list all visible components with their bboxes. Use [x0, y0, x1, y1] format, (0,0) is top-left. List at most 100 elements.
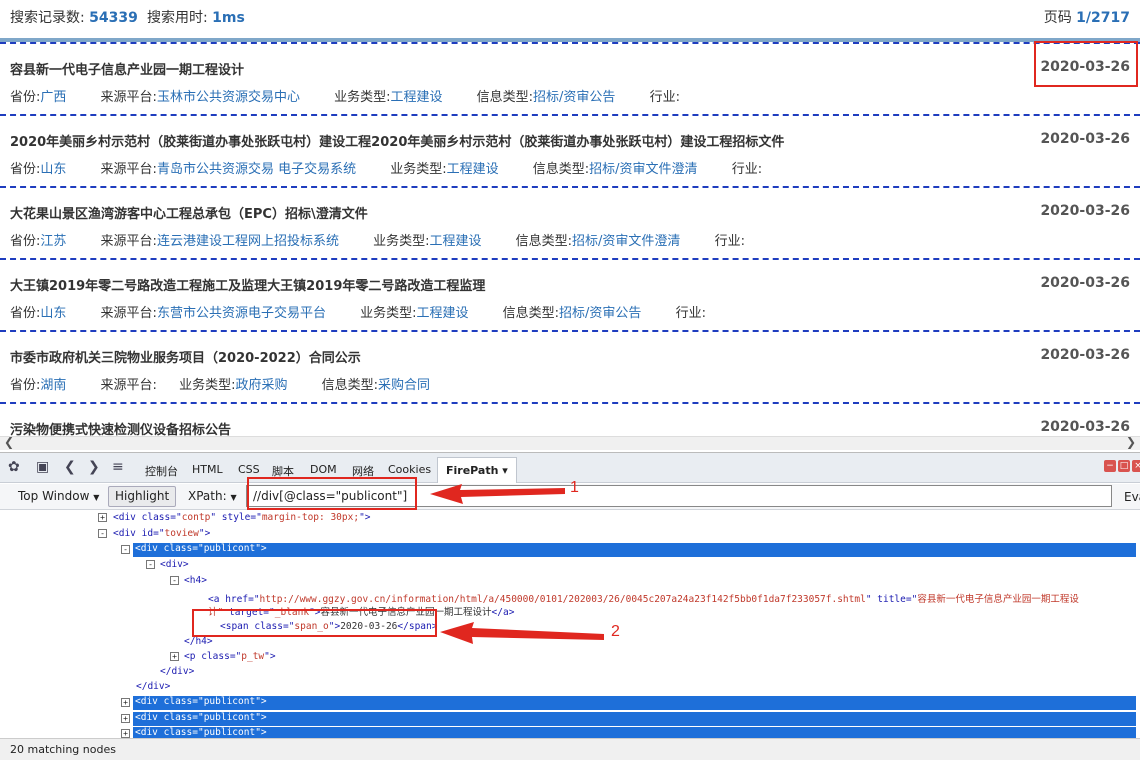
collapse-toggle[interactable]: - — [121, 545, 130, 554]
eval-button[interactable]: Eva — [1124, 490, 1140, 504]
province-label: 省份: — [10, 162, 41, 177]
biz-type-link[interactable]: 工程建设 — [390, 90, 442, 105]
source-link[interactable]: 连云港建设工程网上招投标系统 — [157, 234, 339, 249]
result-title[interactable]: 大王镇2019年零二号路改造工程施工及监理大王镇2019年零二号路改造工程监理 — [10, 275, 485, 294]
tree-node-div[interactable]: <div> — [160, 559, 189, 570]
tree-node-a[interactable]: <a href="http://www.ggzy.gov.cn/informat… — [208, 591, 1079, 605]
status-bar: 20 matching nodes — [0, 738, 1140, 760]
scroll-left-icon[interactable]: ❮ — [4, 435, 14, 449]
info-type-link[interactable]: 招标/资审文件澄清 — [572, 234, 680, 249]
window-dropdown[interactable]: Top Window ▼ — [18, 489, 99, 503]
search-header: 搜索记录数: 54339 搜索用时: 1ms 页码 1/2717 — [0, 0, 1140, 40]
result-title[interactable]: 污染物便携式快速检测仪设备招标公告 — [10, 419, 231, 436]
dashed-divider — [0, 402, 1140, 404]
page-label: 页码 — [1043, 10, 1072, 26]
province-label: 省份: — [10, 306, 41, 321]
expand-toggle[interactable]: + — [121, 729, 130, 738]
province-label: 省份: — [10, 90, 41, 105]
expand-toggle[interactable]: + — [98, 513, 107, 522]
tree-node-h4[interactable]: <h4> — [184, 575, 207, 586]
biz-type-link[interactable]: 工程建设 — [416, 306, 468, 321]
biz-type-link[interactable]: 工程建设 — [447, 162, 499, 177]
result-date: 2020-03-26 — [1040, 275, 1130, 291]
records-value: 54339 — [89, 10, 138, 26]
collapse-toggle[interactable]: - — [98, 529, 107, 538]
close-icon[interactable]: × — [1132, 460, 1140, 472]
source-link[interactable]: 东营市公共资源电子交易平台 — [157, 306, 326, 321]
tree-node-p[interactable]: <p class="p_tw"> — [184, 651, 276, 662]
result-title[interactable]: 市委市政府机关三院物业服务项目（2020-2022）合同公示 — [10, 347, 361, 366]
result-title[interactable]: 大花果山景区渔湾游客中心工程总承包（EPC）招标\澄清文件 — [10, 203, 368, 222]
result-title[interactable]: 容县新一代电子信息产业园一期工程设计 — [10, 59, 244, 78]
expand-toggle[interactable]: + — [121, 714, 130, 723]
expand-toggle[interactable]: + — [121, 698, 130, 707]
result-item: 污染物便携式快速检测仪设备招标公告 2020-03-26 — [0, 402, 1140, 436]
result-meta: 省份:山东 来源平台:东营市公共资源电子交易平台 业务类型:工程建设 信息类型:… — [10, 302, 706, 321]
source-link[interactable]: 玉林市公共资源交易中心 — [157, 90, 300, 105]
command-list-icon[interactable]: ≡ — [112, 459, 124, 475]
industry-label: 行业: — [649, 90, 680, 105]
firebug-icon[interactable]: ✿ — [8, 459, 20, 475]
source-label: 来源平台: — [100, 378, 157, 393]
tree-node-h4-close: </h4> — [184, 636, 213, 647]
forward-icon[interactable]: ❯ — [88, 459, 100, 475]
tree-node-publicont-selected[interactable]: <div class="publicont"> — [133, 696, 1136, 710]
province-link[interactable]: 广西 — [40, 90, 66, 105]
info-type-link[interactable]: 招标/资审公告 — [533, 90, 615, 105]
result-date: 2020-03-26 — [1040, 131, 1130, 147]
result-item: 大王镇2019年零二号路改造工程施工及监理大王镇2019年零二号路改造工程监理 … — [0, 258, 1140, 330]
province-link[interactable]: 山东 — [40, 306, 66, 321]
result-item: 2020年美丽乡村示范村（胶莱街道办事处张跃屯村）建设工程2020年美丽乡村示范… — [0, 114, 1140, 186]
time-value: 1ms — [212, 10, 245, 26]
scroll-right-icon[interactable]: ❯ — [1126, 435, 1136, 449]
dropdown-arrow-icon: ▼ — [230, 493, 237, 502]
tree-node-publicont-selected[interactable]: <div class="publicont"> — [133, 543, 1136, 557]
source-label: 来源平台: — [100, 306, 157, 321]
detach-icon[interactable]: □ — [1118, 460, 1130, 472]
annotation-number-1: 1 — [570, 479, 579, 496]
minimize-icon[interactable]: − — [1104, 460, 1116, 472]
biz-type-link[interactable]: 政府采购 — [235, 378, 287, 393]
result-title[interactable]: 2020年美丽乡村示范村（胶莱街道办事处张跃屯村）建设工程2020年美丽乡村示范… — [10, 131, 784, 150]
tab-css[interactable]: CSS — [238, 463, 260, 476]
back-icon[interactable]: ❮ — [64, 459, 76, 475]
records-label: 搜索记录数: — [10, 10, 85, 26]
tree-node-publicont-selected[interactable]: <div class="publicont"> — [133, 712, 1136, 726]
dashed-divider — [0, 258, 1140, 260]
biz-type-link[interactable]: 工程建设 — [429, 234, 481, 249]
annotation-box-date — [1034, 41, 1138, 87]
info-type-link[interactable]: 招标/资审公告 — [559, 306, 641, 321]
result-meta: 省份:广西 来源平台:玉林市公共资源交易中心 业务类型:工程建设 信息类型:招标… — [10, 86, 680, 105]
industry-label: 行业: — [714, 234, 745, 249]
source-link[interactable]: 青岛市公共资源交易 电子交易系统 — [157, 162, 356, 177]
info-type-link[interactable]: 招标/资审文件澄清 — [589, 162, 697, 177]
province-link[interactable]: 山东 — [40, 162, 66, 177]
annotation-number-2: 2 — [611, 623, 620, 640]
province-link[interactable]: 湖南 — [40, 378, 66, 393]
tab-cookies[interactable]: Cookies — [388, 463, 431, 476]
tree-node-div-close: </div> — [160, 666, 195, 677]
biz-type-label: 业务类型: — [334, 90, 391, 105]
tree-node-toview[interactable]: <div id="toview"> — [113, 528, 210, 539]
highlight-button[interactable]: Highlight — [108, 486, 177, 507]
tree-node-contp[interactable]: <div class="contp" style="margin-top: 30… — [113, 512, 371, 523]
dashed-divider — [0, 42, 1140, 44]
collapse-toggle[interactable]: - — [170, 576, 179, 585]
inspect-icon[interactable]: ▣ — [36, 459, 49, 475]
tab-firepath[interactable]: FirePath ▾ — [437, 457, 517, 483]
biz-type-label: 业务类型: — [390, 162, 447, 177]
dom-tree: + <div class="contp" style="margin-top: … — [0, 511, 1140, 741]
annotation-box-xpath — [247, 477, 417, 510]
xpath-dropdown[interactable]: XPath: ▼ — [188, 489, 237, 503]
expand-toggle[interactable]: + — [170, 652, 179, 661]
tab-dom[interactable]: DOM — [310, 463, 337, 476]
horizontal-scrollbar[interactable]: ❮ ❯ — [0, 435, 1140, 450]
dropdown-arrow-icon: ▼ — [93, 493, 100, 502]
tab-html[interactable]: HTML — [192, 463, 223, 476]
province-link[interactable]: 江苏 — [40, 234, 66, 249]
info-type-link[interactable]: 采购合同 — [378, 378, 430, 393]
tab-console[interactable]: 控制台 — [145, 463, 178, 479]
records-count: 搜索记录数: 54339 — [10, 7, 138, 27]
collapse-toggle[interactable]: - — [146, 560, 155, 569]
page-indicator: 页码 1/2717 — [1044, 7, 1130, 27]
